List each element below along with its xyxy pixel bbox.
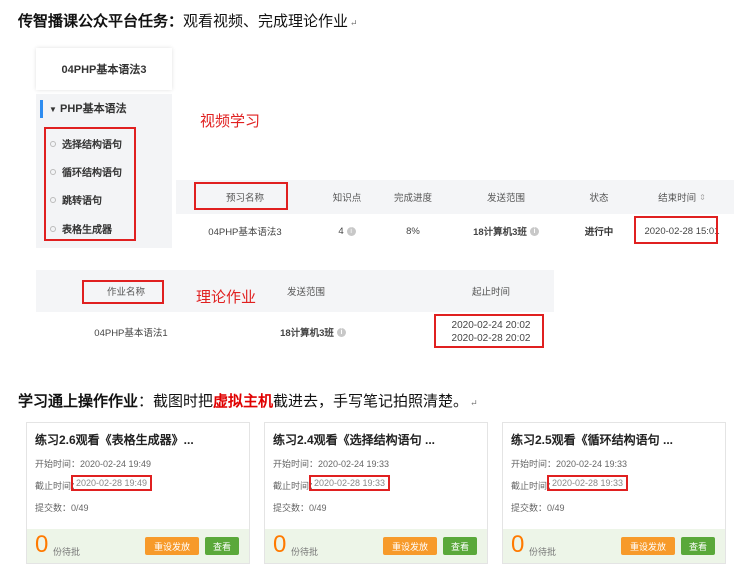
row-points-value: 4	[338, 225, 344, 237]
course-title[interactable]: 04PHP基本语法3	[36, 48, 172, 90]
hw-row-scope: 18计算机3班 i	[258, 312, 368, 352]
hw-row-scope-value: 18计算机3班	[280, 328, 334, 339]
view-button[interactable]: 查看	[443, 537, 477, 555]
pending-label: 份待批	[529, 547, 557, 557]
sidebar-section[interactable]: ▼ PHP基本语法	[40, 100, 127, 118]
col-points: 知识点	[332, 193, 362, 204]
row-scope-value: 18计算机3班	[473, 227, 527, 238]
view-button[interactable]: 查看	[681, 537, 715, 555]
card-submitted: 提交数：0/49	[273, 503, 327, 513]
chaoxing-heading-rest: 截进去，手写笔记拍照清楚。	[273, 392, 469, 410]
col-end-label: 结束时间	[658, 193, 697, 204]
col-end[interactable]: 结束时间 ⇕	[632, 180, 732, 214]
card-submitted: 提交数：0/49	[35, 503, 89, 513]
card-deadline: 2020-02-28 19:33	[309, 475, 391, 491]
highlight-box	[44, 127, 136, 241]
return-mark: ↵	[350, 19, 358, 29]
reissue-button[interactable]: 重设发放	[145, 537, 199, 555]
hw-row-name: 04PHP基本语法1	[94, 328, 168, 339]
task-heading: 传智播课公众平台任务：观看视频、完成理论作业 ↵	[18, 10, 358, 31]
card-title[interactable]: 练习2.5观看《循环结构语句 ...	[511, 431, 673, 448]
card-deadline: 2020-02-28 19:33	[547, 475, 629, 491]
sidebar-section-label: PHP基本语法	[59, 103, 127, 115]
col-progress: 完成进度	[393, 193, 432, 204]
row-status: 进行中	[584, 227, 614, 238]
return-mark: ↵	[470, 399, 478, 409]
card-start: 开始时间：2020-02-24 19:33	[511, 459, 628, 469]
col-status: 状态	[589, 193, 609, 204]
pending-count: 0	[35, 531, 49, 558]
col-hw-scope: 发送范围	[286, 287, 325, 298]
exercise-card[interactable]: 练习2.5观看《循环结构语句 ... 开始时间：2020-02-24 19:33…	[502, 422, 726, 564]
task-heading-bold: 传智播课公众平台任务：	[18, 12, 184, 30]
exercise-card[interactable]: 练习2.6观看《表格生成器》... 开始时间：2020-02-24 19:49 …	[26, 422, 250, 564]
chaoxing-heading-mid: ：截图时把	[138, 392, 214, 410]
col-scope: 发送范围	[486, 193, 525, 204]
card-title[interactable]: 练习2.6观看《表格生成器》...	[35, 431, 194, 448]
card-footer: 0 份待批 重设发放 查看	[503, 529, 725, 563]
row-progress: 8%	[406, 225, 420, 237]
card-title[interactable]: 练习2.4观看《选择结构语句 ...	[273, 431, 435, 448]
pending-count: 0	[511, 531, 525, 558]
chaoxing-heading-red: 虚拟主机	[213, 392, 274, 410]
col-hw-time: 起止时间	[471, 287, 510, 298]
card-footer: 0 份待批 重设发放 查看	[265, 529, 487, 563]
highlight-box	[434, 314, 544, 348]
chaoxing-heading: 学习通上操作作业：截图时把虚拟主机截进去，手写笔记拍照清楚。 ↵	[18, 390, 478, 411]
reissue-button[interactable]: 重设发放	[621, 537, 675, 555]
view-button[interactable]: 查看	[205, 537, 239, 555]
sort-icon[interactable]: ⇕	[699, 193, 706, 202]
info-icon[interactable]: i	[336, 327, 346, 337]
card-footer: 0 份待批 重设发放 查看	[27, 529, 249, 563]
caret-down-icon: ▼	[49, 105, 57, 114]
info-icon[interactable]: i	[529, 226, 539, 236]
pending-count: 0	[273, 531, 287, 558]
chaoxing-heading-bold: 学习通上操作作业	[18, 392, 139, 410]
card-deadline: 2020-02-28 19:49	[71, 475, 153, 491]
card-start: 开始时间：2020-02-24 19:49	[35, 459, 152, 469]
row-scope: 18计算机3班 i	[446, 214, 566, 248]
row-points: 4i	[314, 214, 380, 248]
video-label: 视频学习	[200, 113, 261, 130]
theory-label: 理论作业	[196, 289, 257, 306]
card-start: 开始时间：2020-02-24 19:33	[273, 459, 390, 469]
reissue-button[interactable]: 重设发放	[383, 537, 437, 555]
row-name: 04PHP基本语法3	[208, 227, 282, 238]
info-icon[interactable]: i	[346, 226, 356, 236]
pending-label: 份待批	[291, 547, 319, 557]
pending-label: 份待批	[53, 547, 81, 557]
card-submitted: 提交数：0/49	[511, 503, 565, 513]
highlight-box	[194, 182, 288, 210]
exercise-card[interactable]: 练习2.4观看《选择结构语句 ... 开始时间：2020-02-24 19:33…	[264, 422, 488, 564]
highlight-box	[82, 280, 164, 304]
highlight-box	[634, 216, 718, 244]
task-heading-text: 观看视频、完成理论作业	[183, 12, 349, 30]
